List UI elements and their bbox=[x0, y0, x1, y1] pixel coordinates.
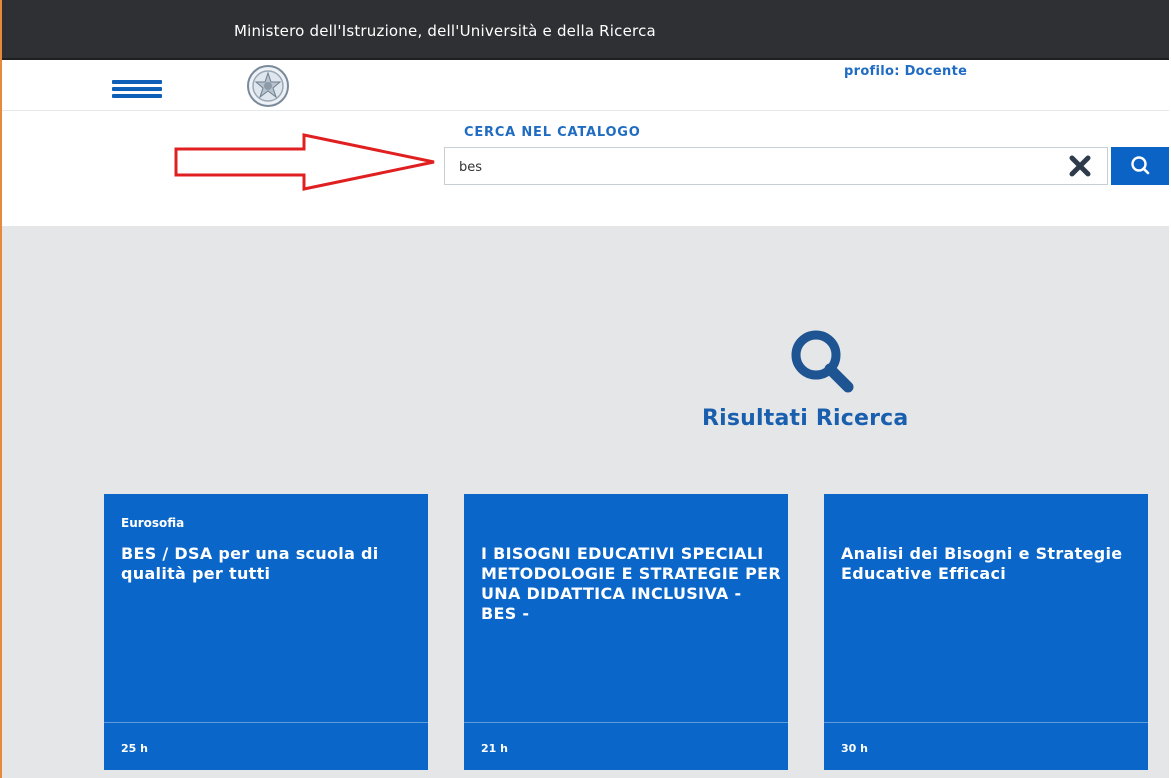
app-frame: Ministero dell'Istruzione, dell'Universi… bbox=[0, 0, 1169, 778]
profile-label[interactable]: profilo: Docente bbox=[844, 64, 967, 79]
search-button[interactable] bbox=[1111, 147, 1169, 185]
card-title: Analisi dei Bisogni e Strategie Educativ… bbox=[841, 544, 1123, 583]
search-icon bbox=[1131, 156, 1150, 175]
card-divider bbox=[104, 722, 428, 723]
ministry-title: Ministero dell'Istruzione, dell'Universi… bbox=[234, 22, 656, 40]
card-hours: 21 h bbox=[481, 742, 508, 755]
ministry-topbar: Ministero dell'Istruzione, dell'Universi… bbox=[2, 0, 1169, 60]
card-divider bbox=[824, 722, 1148, 723]
results-section: Risultati Ricerca Eurosofia BES / DSA pe… bbox=[2, 226, 1169, 778]
card-title: BES / DSA per una scuola di qualità per … bbox=[121, 544, 379, 583]
results-title: Risultati Ricerca bbox=[702, 406, 909, 431]
arrow-right-icon bbox=[174, 133, 435, 191]
card-divider bbox=[464, 722, 788, 723]
card-hours: 30 h bbox=[841, 742, 868, 755]
search-box bbox=[444, 147, 1108, 185]
search-icon bbox=[791, 330, 854, 393]
site-header: profilo: Docente bbox=[2, 60, 1169, 111]
card-provider: Eurosofia bbox=[121, 516, 185, 530]
course-card[interactable]: I BISOGNI EDUCATIVI SPECIALI METODOLOGIE… bbox=[464, 494, 788, 770]
search-area: CERCA NEL CATALOGO bbox=[2, 111, 1169, 226]
close-icon[interactable] bbox=[1067, 153, 1093, 179]
search-input[interactable] bbox=[457, 155, 1021, 179]
hamburger-menu-icon[interactable] bbox=[112, 80, 162, 102]
emblem-icon bbox=[247, 65, 289, 107]
card-title: I BISOGNI EDUCATIVI SPECIALI METODOLOGIE… bbox=[481, 544, 781, 623]
search-title: CERCA NEL CATALOGO bbox=[464, 125, 641, 140]
card-hours: 25 h bbox=[121, 742, 148, 755]
course-card[interactable]: Analisi dei Bisogni e Strategie Educativ… bbox=[824, 494, 1148, 770]
course-card[interactable]: Eurosofia BES / DSA per una scuola di qu… bbox=[104, 494, 428, 770]
